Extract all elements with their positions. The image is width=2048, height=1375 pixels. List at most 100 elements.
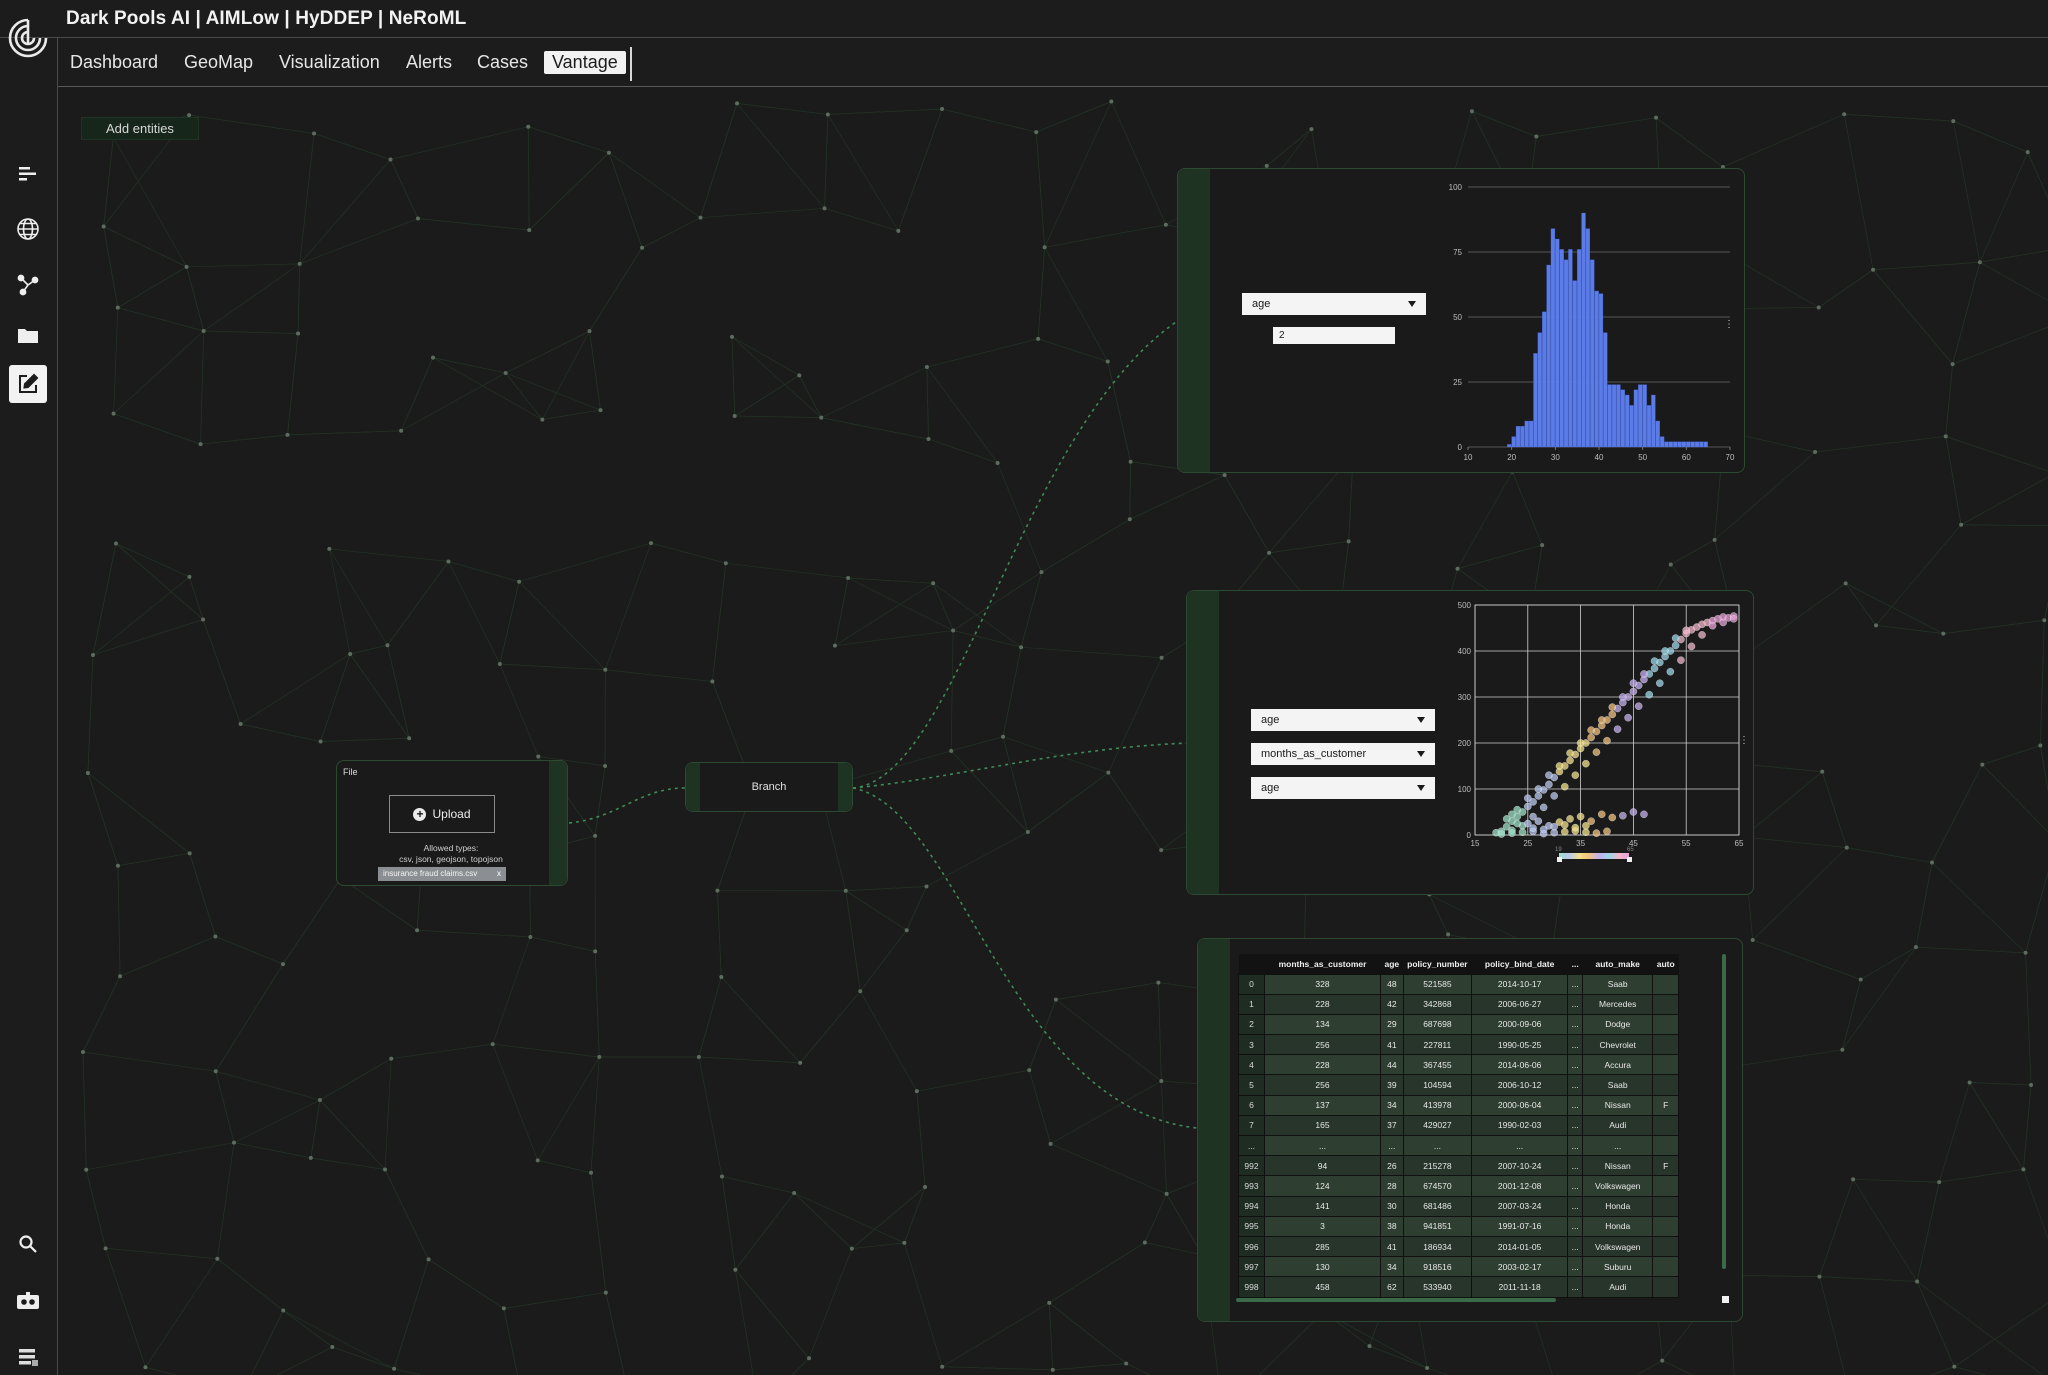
data-table-container[interactable]: months_as_customer age policy_number policy…: [1238, 954, 1722, 1306]
search-icon[interactable]: [9, 1225, 47, 1263]
chart-menu-icon[interactable]: ⋮: [1739, 735, 1749, 746]
scatter-point: [1545, 771, 1553, 780]
table-row[interactable]: 992 94 26 215278 2007-10-24... Nissan F: [1238, 1155, 1680, 1177]
table-resize-handle[interactable]: [1722, 1296, 1729, 1303]
histogram-bar: [1563, 259, 1569, 448]
table-column-header[interactable]: ...: [1567, 954, 1583, 974]
chart-menu-icon[interactable]: ⋮: [1724, 319, 1734, 330]
table-row[interactable]: 1 228 42 342868 2006-06-27... Mercedes: [1238, 993, 1680, 1015]
table-node-handle[interactable]: [1198, 939, 1230, 1321]
histogram-bar: [1546, 264, 1551, 448]
nav-vantage[interactable]: Vantage: [544, 51, 626, 74]
table-cell: ...: [1567, 1195, 1584, 1217]
table-row[interactable]: 998 458 62 533940 2011-11-18... Audi: [1238, 1276, 1680, 1298]
table-column-header[interactable]: policy_bind_date: [1471, 954, 1568, 974]
table-column-header[interactable]: policy_number: [1403, 954, 1472, 974]
table-column-header[interactable]: auto_make: [1582, 954, 1653, 974]
scatter-point: [1582, 821, 1590, 830]
table-row[interactable]: 2 134 29 687698 2000-09-06... Dodge: [1238, 1013, 1680, 1036]
branch-node[interactable]: Branch: [685, 762, 853, 812]
table-row[interactable]: 996 285 41 186934 2014-01-05... Volkswagen: [1238, 1235, 1680, 1258]
table-horizontal-scrollbar[interactable]: [1236, 1298, 1556, 1302]
nav-dashboard[interactable]: Dashboard: [70, 52, 158, 73]
histogram-x-tick-label: 20: [1507, 453, 1516, 462]
scatter-node[interactable]: age months_as_customer age 15 25 35 45 55 65 0…: [1186, 590, 1754, 895]
table-row[interactable]: 0 328 48 521585 2014-10-17... Saab: [1238, 973, 1680, 995]
scatter-x-select[interactable]: age: [1251, 709, 1435, 731]
nav-geomap[interactable]: GeoMap: [184, 52, 253, 73]
table-row-index: 995: [1238, 1215, 1265, 1237]
scatter-point: [1576, 739, 1585, 747]
nav-alerts[interactable]: Alerts: [406, 52, 452, 73]
scatter-point: [1634, 702, 1643, 711]
scatter-point: [1587, 726, 1596, 734]
branch-node-label: Branch: [751, 781, 787, 793]
nav-visualization[interactable]: Visualization: [279, 52, 380, 73]
scatter-point: [1719, 618, 1728, 627]
histogram-bar: [1686, 441, 1691, 448]
histogram-field-select[interactable]: age: [1242, 293, 1426, 315]
histogram-bin-input[interactable]: 2: [1273, 327, 1395, 344]
table-column-header[interactable]: [1238, 954, 1265, 974]
upload-button[interactable]: + Upload: [389, 795, 495, 833]
histogram-bar: [1703, 441, 1708, 448]
table-cell: 137: [1264, 1094, 1381, 1116]
table-cell: 134: [1264, 1013, 1381, 1036]
table-row[interactable]: 994 141 30 681486 2007-03-24... Honda: [1238, 1195, 1680, 1217]
scatter-y-tick-label: 0: [1467, 831, 1472, 840]
table-row[interactable]: 5 256 39 104594 2006-10-12... Saab: [1238, 1074, 1680, 1096]
remove-file-button[interactable]: x: [497, 867, 501, 881]
table-node[interactable]: months_as_customer age policy_number policy…: [1197, 938, 1743, 1322]
dashboard-icon[interactable]: [9, 155, 47, 193]
table-column-header[interactable]: age: [1380, 954, 1404, 974]
table-row-index: 4: [1238, 1054, 1265, 1076]
scatter-point: [1650, 664, 1659, 673]
table-row[interactable]: 997 130 34 918516 2003-02-17... Suburu: [1238, 1256, 1680, 1278]
table-row[interactable]: 4 228 44 367455 2014-06-06... Accura: [1238, 1054, 1680, 1076]
scatter-color-select[interactable]: age: [1251, 777, 1435, 799]
table-row[interactable]: .....................: [1238, 1134, 1680, 1157]
table-cell: 37: [1380, 1114, 1404, 1137]
table-cell: Saab: [1582, 1074, 1654, 1096]
scatter-node-handle[interactable]: [1187, 591, 1219, 894]
table-cell: Chevrolet: [1582, 1034, 1654, 1056]
scatter-point: [1545, 780, 1553, 789]
table-cell: 681486: [1402, 1195, 1473, 1217]
table-row[interactable]: 7 165 37 429027 1990-02-03... Audi: [1238, 1114, 1680, 1137]
histogram-x-tick-label: 30: [1551, 453, 1560, 462]
histogram-bar: [1629, 405, 1634, 448]
nav-cases[interactable]: Cases: [477, 52, 528, 73]
table-row[interactable]: 3 256 41 227811 1990-05-25... Chevrolet: [1238, 1034, 1680, 1056]
table-cell: ...: [1567, 1054, 1584, 1076]
table-row[interactable]: 995 3 38 941851 1991-07-16... Honda: [1238, 1215, 1680, 1237]
robot-icon[interactable]: [9, 1282, 47, 1320]
database-icon[interactable]: [9, 1338, 47, 1375]
scatter-point: [1618, 811, 1627, 820]
scatter-point: [1708, 621, 1717, 630]
folder-icon[interactable]: [9, 316, 47, 354]
scatter-y-select[interactable]: months_as_customer: [1251, 743, 1435, 765]
table-cell: 104594: [1402, 1074, 1473, 1096]
table-cell: [1652, 993, 1680, 1015]
histogram-bar: [1646, 405, 1652, 448]
globe-icon[interactable]: [9, 210, 47, 248]
file-node-handle[interactable]: [549, 761, 567, 885]
scatter-point: [1698, 631, 1706, 639]
table-vertical-scrollbar[interactable]: [1722, 954, 1726, 1269]
graph-nodes-icon[interactable]: [9, 266, 47, 304]
vantage-canvas[interactable]: Add entities File + Upload Allowed types…: [59, 88, 2048, 1375]
scatter-point: [1529, 824, 1537, 832]
table-row-index: 993: [1238, 1175, 1265, 1197]
histogram-node[interactable]: age 2 0 25 50 75 100 10 20 30 40 50 60 70 ⋮: [1177, 168, 1745, 473]
table-row[interactable]: 993 124 28 674570 2001-12-08... Volkswagen: [1238, 1175, 1680, 1197]
edit-icon[interactable]: [9, 365, 47, 403]
legend-handle-right: [1627, 857, 1632, 862]
scatter-point: [1508, 829, 1516, 838]
table-column-header[interactable]: auto: [1652, 954, 1679, 974]
file-node[interactable]: File + Upload Allowed types: csv, json, …: [336, 760, 568, 886]
table-column-header[interactable]: months_as_customer: [1264, 954, 1381, 974]
table-row[interactable]: 6 137 34 413978 2000-06-04... Nissan F: [1238, 1094, 1680, 1116]
histogram-y-tick-label: 50: [1453, 313, 1462, 322]
histogram-node-handle[interactable]: [1178, 169, 1210, 472]
table-row-index: 3: [1238, 1034, 1265, 1056]
